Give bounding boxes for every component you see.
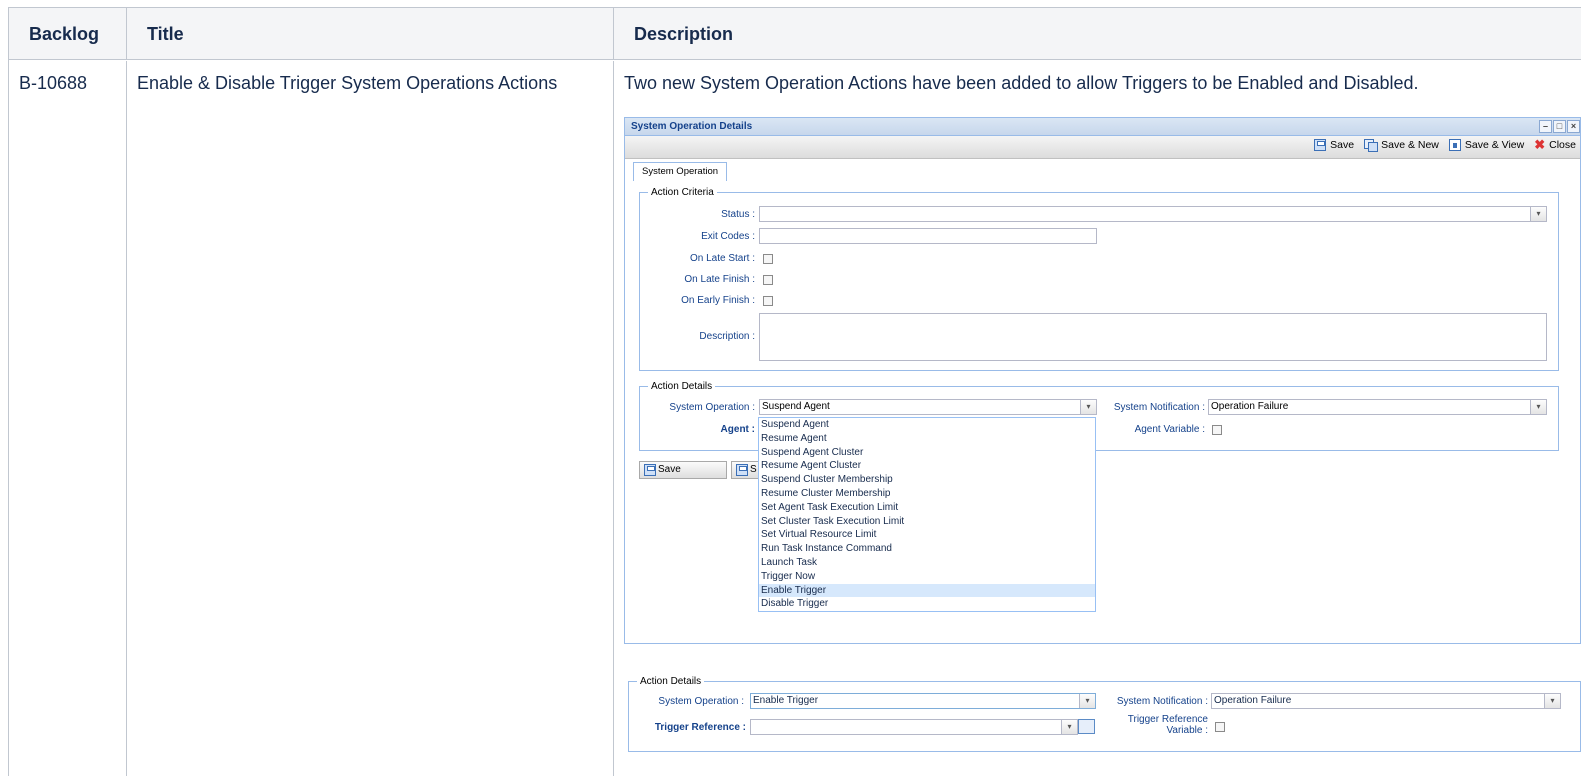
action-details-panel-2: Action Details System Operation : Enable… (628, 676, 1581, 752)
window-titlebar: System Operation Details – □ × (625, 118, 1580, 136)
system-operation-value-2: Enable Trigger (753, 695, 819, 706)
late-start-label: On Late Start : (689, 253, 755, 264)
close-window-icon[interactable]: × (1567, 120, 1580, 133)
action-criteria-legend: Action Criteria (651, 187, 714, 198)
early-finish-label: On Early Finish : (681, 295, 755, 306)
exit-codes-input[interactable] (759, 228, 1097, 244)
system-notification-select-2[interactable]: Operation Failure ▾ (1211, 693, 1561, 709)
exit-codes-label: Exit Codes : (701, 231, 755, 242)
action-details-legend-2: Action Details (640, 676, 702, 687)
header-title: Title (127, 8, 614, 60)
dropdown-option[interactable]: Set Cluster Task Execution Limit (759, 515, 1095, 529)
bottom-save-new-button[interactable]: S (731, 461, 759, 479)
save-new-icon (736, 464, 748, 476)
system-notification-label: System Notification : (1113, 402, 1205, 413)
late-finish-checkbox[interactable] (763, 275, 773, 285)
chevron-down-icon[interactable]: ▾ (1061, 720, 1077, 734)
save-icon (644, 464, 656, 476)
dropdown-option[interactable]: Trigger Now (759, 570, 1095, 584)
status-select[interactable]: ▾ (759, 206, 1547, 222)
system-operation-dropdown-list: Suspend Agent Resume Agent Suspend Agent C… (758, 417, 1096, 612)
save-new-icon (1364, 139, 1379, 152)
toolbar-save-label: Save (1330, 139, 1355, 151)
dropdown-option[interactable]: Launch Task (759, 556, 1095, 570)
system-notification-label-2: System Notification : (1116, 696, 1208, 707)
backlog-id: B-10688 (19, 73, 88, 93)
save-view-icon (1448, 139, 1461, 151)
toolbar-close-button[interactable]: ✖ Close (1534, 137, 1576, 152)
status-label: Status : (721, 209, 755, 220)
late-start-checkbox[interactable] (763, 254, 773, 264)
trigger-details-icon[interactable] (1078, 719, 1095, 734)
description-textarea[interactable] (759, 313, 1547, 361)
system-operation-label-2: System Operation : (658, 696, 744, 707)
system-notification-value-2: Operation Failure (1214, 695, 1292, 706)
cell-title: Enable & Disable Trigger System Operatio… (127, 61, 614, 776)
dropdown-option[interactable]: Resume Cluster Membership (759, 487, 1095, 501)
bottom-save-button[interactable]: Save (639, 461, 727, 479)
trigger-reference-select[interactable]: ▾ (750, 719, 1078, 735)
trigger-reference-variable-label-line2: Variable : (1166, 725, 1208, 736)
description-label: Description : (699, 331, 755, 342)
chevron-down-icon[interactable]: ▾ (1079, 694, 1095, 708)
early-finish-checkbox[interactable] (763, 296, 773, 306)
tab-strip: System Operation (625, 159, 1580, 182)
system-operation-select-2[interactable]: Enable Trigger ▾ (750, 693, 1096, 709)
system-operation-label: System Operation : (669, 402, 755, 413)
tab-system-operation[interactable]: System Operation (633, 162, 728, 181)
dropdown-option[interactable]: Suspend Cluster Membership (759, 473, 1095, 487)
chevron-down-icon[interactable]: ▾ (1544, 694, 1560, 708)
close-icon: ✖ (1534, 137, 1546, 152)
dropdown-option[interactable]: Resume Agent (759, 432, 1095, 446)
toolbar-close-label: Close (1549, 139, 1576, 151)
backlog-description: Two new System Operation Actions have be… (624, 73, 1419, 93)
window-toolbar: Save Save & New Save & View ✖ Close (625, 136, 1580, 159)
toolbar-save-new-label: Save & New (1381, 139, 1439, 151)
system-notification-select[interactable]: Operation Failure ▾ (1208, 399, 1547, 415)
dropdown-option[interactable]: Resume Agent Cluster (759, 459, 1095, 473)
system-operation-select[interactable]: Suspend Agent ▾ (759, 399, 1097, 415)
toolbar-save-button[interactable]: Save (1314, 139, 1354, 151)
minimize-icon[interactable]: – (1539, 120, 1552, 133)
toolbar-save-new-button[interactable]: Save & New (1364, 139, 1439, 152)
bottom-save-new-label: S (750, 464, 757, 475)
backlog-title: Enable & Disable Trigger System Operatio… (137, 73, 558, 93)
dropdown-option[interactable]: Suspend Agent (759, 418, 1095, 432)
action-details-legend: Action Details (651, 381, 713, 392)
bottom-save-label: Save (658, 464, 681, 475)
window-title: System Operation Details (631, 121, 753, 132)
header-description: Description (614, 8, 1581, 60)
dropdown-option[interactable]: Set Agent Task Execution Limit (759, 501, 1095, 515)
late-finish-label: On Late Finish : (684, 274, 755, 285)
dropdown-option[interactable]: Set Virtual Resource Limit (759, 528, 1095, 542)
maximize-icon[interactable]: □ (1553, 120, 1566, 133)
trigger-reference-variable-label-line1: Trigger Reference (1127, 714, 1208, 725)
system-operation-value: Suspend Agent (762, 401, 830, 412)
save-icon (1314, 139, 1327, 151)
agent-label: Agent : (720, 424, 755, 435)
chevron-down-icon[interactable]: ▾ (1530, 207, 1546, 221)
toolbar-save-view-label: Save & View (1464, 139, 1525, 151)
chevron-down-icon[interactable]: ▾ (1530, 400, 1546, 414)
dropdown-option[interactable]: Run Task Instance Command (759, 542, 1095, 556)
trigger-reference-label: Trigger Reference : (654, 722, 746, 733)
dropdown-option[interactable]: Disable Trigger (759, 597, 1095, 611)
agent-variable-checkbox[interactable] (1212, 425, 1222, 435)
cell-backlog: B-10688 (9, 61, 127, 776)
system-notification-value: Operation Failure (1211, 401, 1289, 412)
dropdown-option[interactable]: Enable Trigger (759, 583, 1095, 598)
dropdown-option[interactable]: Suspend Agent Cluster (759, 446, 1095, 460)
toolbar-save-view-button[interactable]: Save & View (1448, 139, 1525, 151)
agent-variable-label: Agent Variable : (1134, 424, 1205, 435)
trigger-reference-variable-label: Trigger Reference Variable : (1098, 714, 1208, 736)
header-backlog: Backlog (9, 8, 127, 60)
trigger-reference-variable-checkbox[interactable] (1215, 722, 1225, 732)
chevron-down-icon[interactable]: ▾ (1080, 400, 1096, 414)
